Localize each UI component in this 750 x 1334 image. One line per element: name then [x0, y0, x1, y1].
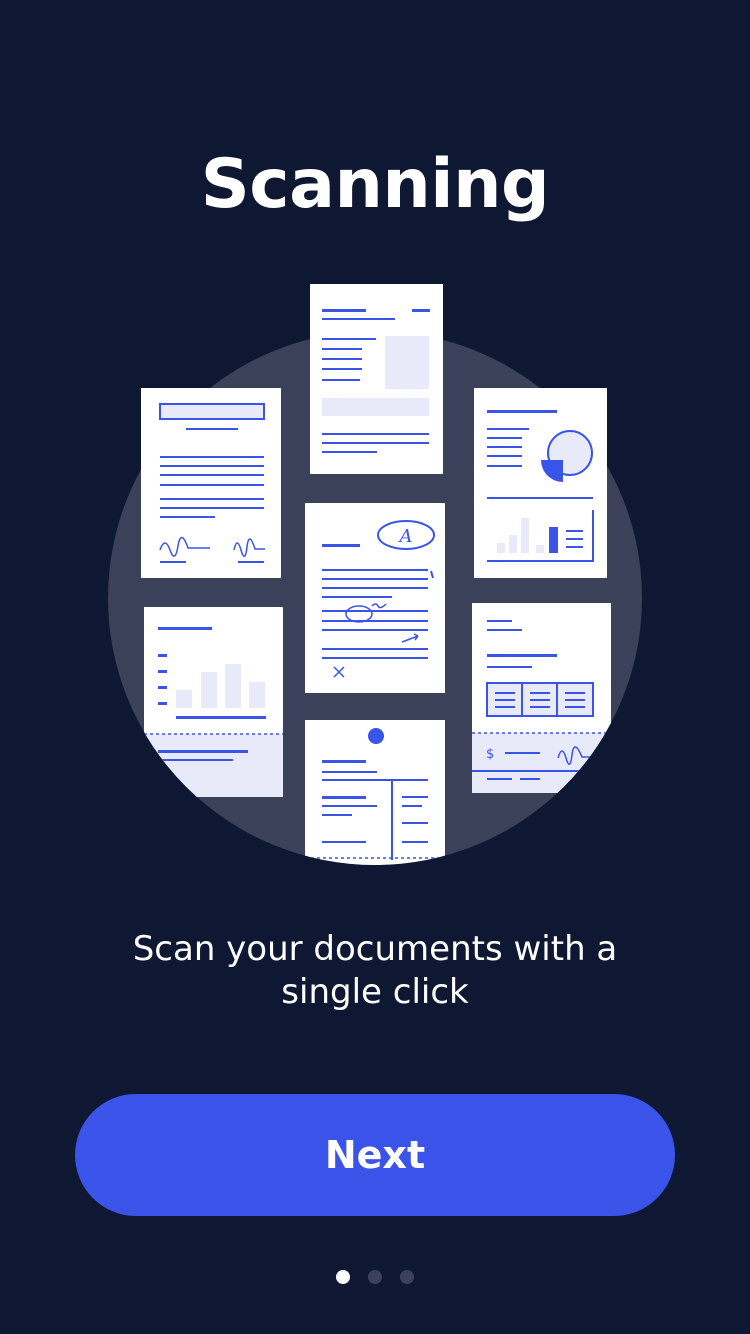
document-stack-illustration: A $	[108, 284, 642, 865]
document-graded: A	[305, 503, 445, 693]
document-profile	[305, 720, 445, 865]
document-analytics	[474, 388, 607, 578]
document-report	[310, 284, 443, 474]
document-letter	[141, 388, 281, 578]
svg-text:$: $	[486, 747, 494, 762]
document-invoice: $	[472, 603, 611, 793]
document-chart	[144, 607, 283, 797]
svg-text:A: A	[398, 526, 413, 547]
page-subtitle: Scan your documents with a single click	[132, 929, 618, 1012]
page-dot-3[interactable]	[400, 1270, 414, 1284]
page-title: Scanning	[200, 145, 550, 224]
page-dot-1[interactable]	[336, 1270, 350, 1284]
next-button[interactable]: Next	[75, 1094, 675, 1216]
page-indicator	[0, 1270, 750, 1284]
page-dot-2[interactable]	[368, 1270, 382, 1284]
